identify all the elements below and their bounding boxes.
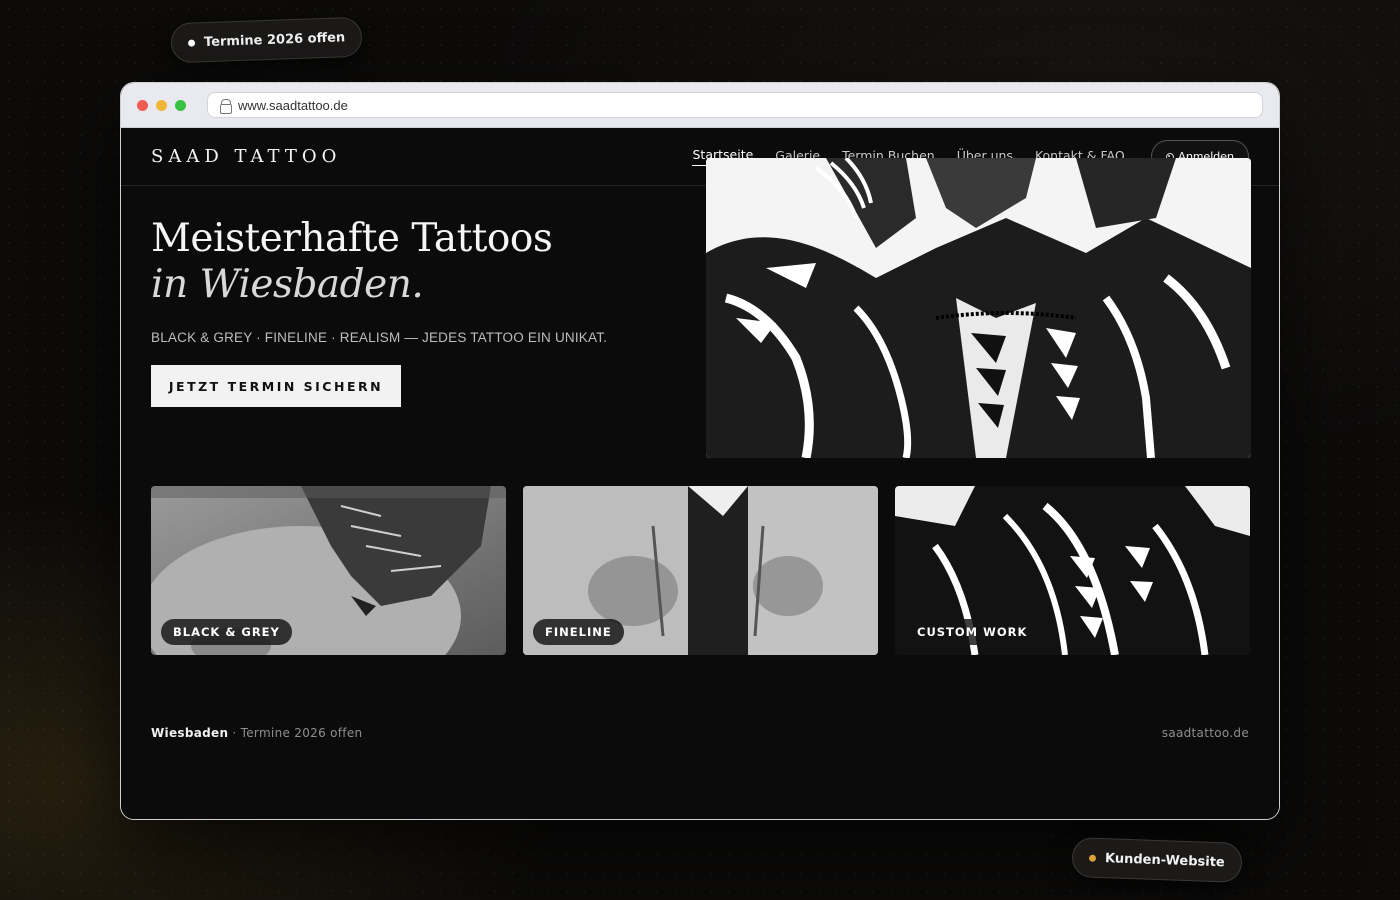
site-footer: Wiesbaden · Termine 2026 offen saadtatto… [151,726,1249,740]
hero-title: Meisterhafte Tattoos in Wiesbaden. [151,216,671,308]
footer-location: Wiesbaden · Termine 2026 offen [151,726,362,740]
hero-section: Meisterhafte Tattoos in Wiesbaden. BLACK… [151,216,671,407]
footer-city: Wiesbaden [151,726,229,740]
hero-tattoo-image [706,158,1251,458]
browser-window: www.saadtattoo.de SAAD TATTOO Startseite… [120,82,1280,820]
minimize-window-icon[interactable] [156,99,167,111]
status-dot-icon [187,39,196,47]
style-cards: BLACK & GREY FINELINE CUSTOM WORK [151,486,1250,655]
card-custom-work[interactable]: CUSTOM WORK [895,486,1250,655]
hero-title-line2: in Wiesbaden. [151,262,424,307]
accent-dot-icon [1088,854,1097,862]
card-label: BLACK & GREY [161,619,292,645]
card-label: FINELINE [533,619,624,645]
lock-icon [220,98,232,114]
card-label: CUSTOM WORK [905,619,1040,645]
book-appointment-button[interactable]: JETZT TERMIN SICHERN [151,365,401,407]
client-website-badge: Kunden-Website [1071,837,1243,883]
window-controls [137,99,207,111]
client-website-badge-label: Kunden-Website [1104,850,1226,870]
appointments-badge-label: Termine 2026 offen [203,29,346,50]
card-black-grey[interactable]: BLACK & GREY [151,486,506,655]
hero-tagline: BLACK & GREY · FINELINE · REALISM — JEDE… [151,330,608,345]
appointments-badge: Termine 2026 offen [170,16,363,64]
browser-toolbar: www.saadtattoo.de [121,83,1279,128]
website: SAAD TATTOO Startseite Galerie Termin Bu… [121,128,1279,819]
url-text: www.saadtattoo.de [238,97,348,113]
hero-title-line1: Meisterhafte Tattoos [151,216,553,261]
footer-domain[interactable]: saadtattoo.de [1162,726,1249,740]
close-window-icon[interactable] [137,99,148,111]
maximize-window-icon[interactable] [175,99,186,111]
card-fineline[interactable]: FINELINE [523,486,878,655]
brand-logo[interactable]: SAAD TATTOO [151,146,692,167]
address-bar[interactable]: www.saadtattoo.de [207,92,1263,118]
footer-status: · Termine 2026 offen [232,726,363,740]
